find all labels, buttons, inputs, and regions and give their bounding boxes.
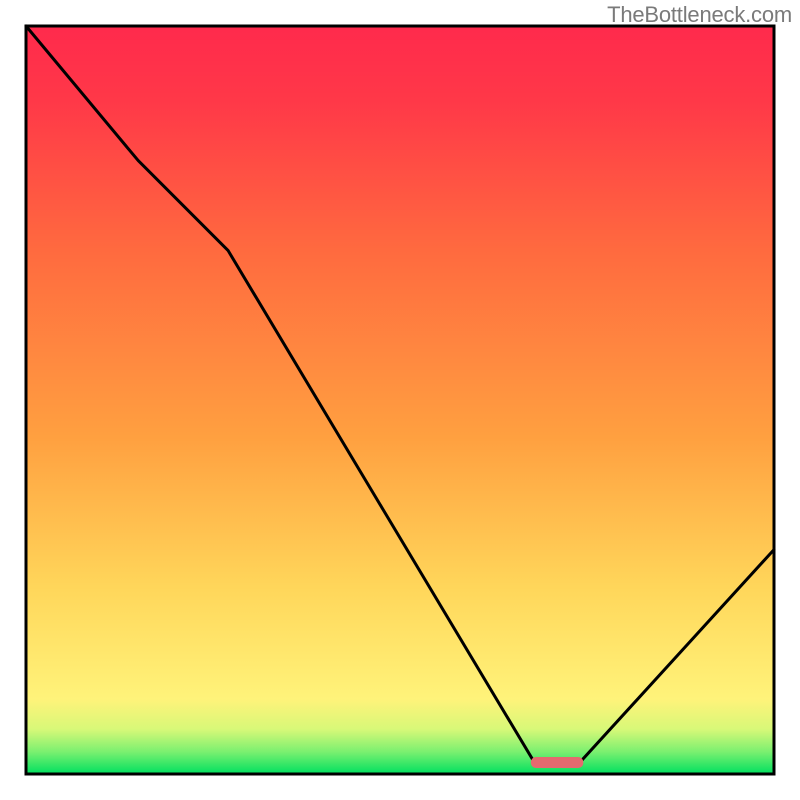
- bottleneck-chart: TheBottleneck.com: [0, 0, 800, 800]
- watermark-text: TheBottleneck.com: [607, 2, 792, 28]
- plot-background: [26, 26, 774, 774]
- chart-svg: [0, 0, 800, 800]
- sweet-spot-marker: [531, 757, 583, 768]
